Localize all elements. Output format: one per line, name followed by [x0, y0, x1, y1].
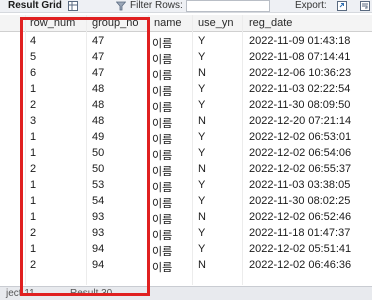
cell-use-yn[interactable]: N — [198, 211, 206, 223]
cell-use-yn[interactable]: Y — [198, 147, 205, 159]
cell-row-num[interactable]: 1 — [30, 195, 36, 207]
cell-use-yn[interactable]: Y — [198, 195, 205, 207]
cell-group-no[interactable]: 53 — [92, 179, 104, 191]
export-label: Export: — [295, 0, 327, 11]
cell-reg-date[interactable]: 2022-11-03 03:38:05 — [249, 179, 350, 191]
cell-group-no[interactable]: 47 — [92, 35, 104, 47]
table-row[interactable]: 1 50 이름 Y 2022-12-02 06:54:06 — [0, 145, 372, 162]
table-row[interactable]: 6 47 이름 N 2022-12-06 10:36:23 — [0, 65, 372, 82]
cell-reg-date[interactable]: 2022-12-02 06:46:36 — [249, 259, 351, 271]
cell-use-yn[interactable]: N — [198, 259, 206, 271]
filter-rows-label: Filter Rows: — [130, 0, 183, 11]
cell-use-yn[interactable]: Y — [198, 179, 205, 191]
filter-icon[interactable] — [116, 1, 126, 11]
cell-row-num[interactable]: 2 — [30, 99, 36, 111]
cell-group-no[interactable]: 50 — [92, 163, 104, 175]
cell-reg-date[interactable]: 2022-11-08 07:14:41 — [249, 51, 350, 63]
table-row[interactable]: 1 53 이름 Y 2022-11-03 03:38:05 — [0, 177, 372, 194]
cell-row-num[interactable]: 1 — [30, 147, 36, 159]
cell-use-yn[interactable]: Y — [198, 243, 205, 255]
table-row[interactable]: 3 48 이름 N 2022-12-20 07:21:14 — [0, 113, 372, 130]
cell-group-no[interactable]: 47 — [92, 51, 104, 63]
cell-group-no[interactable]: 49 — [92, 131, 104, 143]
result-grid-body[interactable]: 4 47 이름 Y 2022-11-09 01:43:18 5 47 이름 Y … — [0, 33, 372, 285]
cell-reg-date[interactable]: 2022-11-30 08:02:25 — [249, 195, 350, 207]
cell-group-no[interactable]: 47 — [92, 67, 104, 79]
cell-group-no[interactable]: 48 — [92, 83, 104, 95]
cell-use-yn[interactable]: Y — [198, 227, 205, 239]
cell-use-yn[interactable]: Y — [198, 99, 205, 111]
cell-group-no[interactable]: 93 — [92, 227, 104, 239]
cell-use-yn[interactable]: Y — [198, 35, 205, 47]
table-row[interactable]: 1 54 이름 Y 2022-11-30 08:02:25 — [0, 193, 372, 210]
column-header-row-num[interactable]: row_num — [30, 17, 75, 29]
column-header-name[interactable]: name — [154, 17, 182, 29]
table-row[interactable]: 5 47 이름 Y 2022-11-08 07:14:41 — [0, 49, 372, 66]
cell-reg-date[interactable]: 2022-12-02 06:53:01 — [249, 131, 351, 143]
cell-use-yn[interactable]: Y — [198, 131, 205, 143]
tab-object-info[interactable]: ject 11 — [6, 288, 35, 299]
cell-reg-date[interactable]: 2022-12-02 06:54:06 — [249, 147, 351, 159]
cell-row-num[interactable]: 6 — [30, 67, 36, 79]
table-row[interactable]: 1 93 이름 N 2022-12-02 06:52:46 — [0, 209, 372, 226]
cell-row-num[interactable]: 1 — [30, 131, 36, 143]
table-row[interactable]: 1 48 이름 Y 2022-11-03 02:22:54 — [0, 81, 372, 98]
cell-reg-date[interactable]: 2022-12-02 06:55:37 — [249, 163, 351, 175]
cell-row-num[interactable]: 2 — [30, 227, 36, 239]
cell-name[interactable]: 이름 — [152, 259, 172, 275]
result-tabs-bar: ject 11 Result 30 — [0, 286, 372, 300]
cell-use-yn[interactable]: Y — [198, 83, 205, 95]
cell-reg-date[interactable]: 2022-11-09 01:43:18 — [249, 35, 350, 47]
table-row[interactable]: 4 47 이름 Y 2022-11-09 01:43:18 — [0, 33, 372, 50]
cell-group-no[interactable]: 94 — [92, 259, 104, 271]
tab-result[interactable]: Result 30 — [70, 288, 112, 299]
cell-reg-date[interactable]: 2022-12-06 10:36:23 — [249, 67, 351, 79]
cell-group-no[interactable]: 94 — [92, 243, 104, 255]
result-grid-title: Result Grid — [8, 0, 62, 11]
table-row[interactable]: 2 93 이름 Y 2022-11-18 01:47:37 — [0, 225, 372, 242]
table-row[interactable]: 1 94 이름 Y 2022-12-02 05:51:41 — [0, 241, 372, 258]
cell-row-num[interactable]: 3 — [30, 115, 36, 127]
cell-row-num[interactable]: 2 — [30, 163, 36, 175]
table-row[interactable]: 1 49 이름 Y 2022-12-02 06:53:01 — [0, 129, 372, 146]
cell-reg-date[interactable]: 2022-11-03 02:22:54 — [249, 83, 350, 95]
column-header-use-yn[interactable]: use_yn — [198, 17, 233, 29]
column-header-group-no[interactable]: group_no — [92, 17, 139, 29]
table-row[interactable]: 2 94 이름 N 2022-12-02 06:46:36 — [0, 257, 372, 275]
table-row[interactable]: 2 48 이름 Y 2022-11-30 08:09:50 — [0, 97, 372, 114]
result-grid-toolbar: Result Grid Filter Rows: Export: — [0, 0, 372, 13]
cell-reg-date[interactable]: 2022-11-18 01:47:37 — [249, 227, 350, 239]
cell-use-yn[interactable]: Y — [198, 51, 205, 63]
export-icon[interactable] — [337, 1, 347, 11]
cell-reg-date[interactable]: 2022-12-02 05:51:41 — [249, 243, 351, 255]
cell-use-yn[interactable]: N — [198, 163, 206, 175]
cell-use-yn[interactable]: N — [198, 67, 206, 79]
cell-reg-date[interactable]: 2022-11-30 08:09:50 — [249, 99, 350, 111]
cell-group-no[interactable]: 48 — [92, 115, 104, 127]
cell-group-no[interactable]: 50 — [92, 147, 104, 159]
cell-group-no[interactable]: 48 — [92, 99, 104, 111]
cell-group-no[interactable]: 93 — [92, 211, 104, 223]
filter-rows-input[interactable] — [186, 0, 270, 12]
cell-use-yn[interactable]: N — [198, 115, 206, 127]
cell-row-num[interactable]: 1 — [30, 83, 36, 95]
cell-reg-date[interactable]: 2022-12-20 07:21:14 — [249, 115, 351, 127]
cell-row-num[interactable]: 5 — [30, 51, 36, 63]
cell-row-num[interactable]: 1 — [30, 243, 36, 255]
wrap-icon[interactable] — [360, 1, 370, 11]
column-header-reg-date[interactable]: reg_date — [249, 17, 292, 29]
cell-row-num[interactable]: 1 — [30, 211, 36, 223]
cell-reg-date[interactable]: 2022-12-02 06:52:46 — [249, 211, 351, 223]
cell-group-no[interactable]: 54 — [92, 195, 104, 207]
column-header-row: row_num group_no name use_yn reg_date — [0, 15, 372, 32]
table-row[interactable]: 2 50 이름 N 2022-12-02 06:55:37 — [0, 161, 372, 178]
cell-row-num[interactable]: 4 — [30, 35, 36, 47]
cell-row-num[interactable]: 2 — [30, 259, 36, 271]
grid-icon[interactable] — [68, 1, 78, 11]
cell-row-num[interactable]: 1 — [30, 179, 36, 191]
